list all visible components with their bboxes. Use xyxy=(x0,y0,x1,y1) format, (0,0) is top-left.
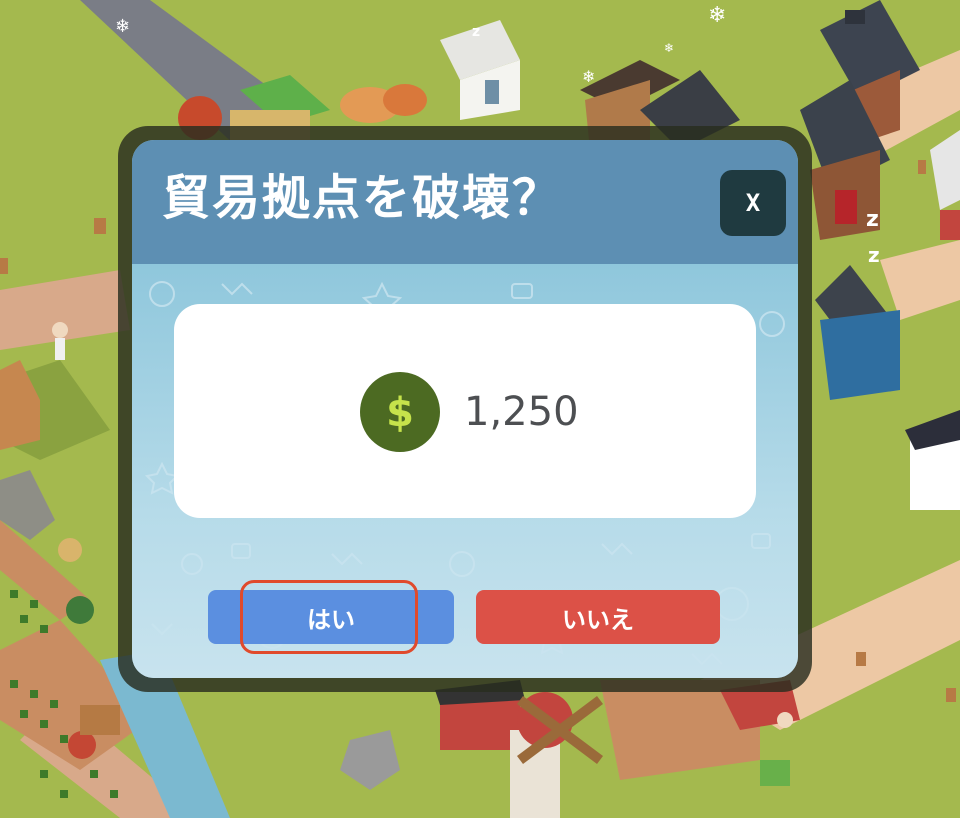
yes-button[interactable]: はい xyxy=(208,590,454,644)
svg-text:$: $ xyxy=(386,390,414,436)
svg-text:❄: ❄ xyxy=(115,16,130,37)
svg-text:z: z xyxy=(472,24,480,40)
dialog-header: 貿易拠点を破壊？ X xyxy=(132,140,798,264)
close-button[interactable]: X xyxy=(720,170,786,236)
price-card: $ 1,250 xyxy=(174,304,756,518)
svg-text:❄: ❄ xyxy=(708,3,726,28)
price-value: 1,250 xyxy=(464,389,579,435)
dollar-coin-icon: $ xyxy=(360,372,440,452)
close-icon[interactable]: X xyxy=(746,189,760,217)
svg-text:❄: ❄ xyxy=(664,41,674,55)
destroy-trading-post-dialog: 貿易拠点を破壊？ X $ 1,250 はい いいえ xyxy=(132,140,798,678)
no-button[interactable]: いいえ xyxy=(476,590,720,644)
svg-text:z: z xyxy=(866,207,879,232)
svg-text:z: z xyxy=(868,243,880,267)
game-scene: ❄ ❄ ❄ ❄ z z z 貿易拠点を破壊？ X $ 1,250 はい いいえ xyxy=(0,0,960,818)
no-button-label[interactable]: いいえ xyxy=(562,600,634,635)
svg-text:❄: ❄ xyxy=(582,67,595,86)
yes-button-label[interactable]: はい xyxy=(307,600,355,635)
dialog-title: 貿易拠点を破壊？ xyxy=(162,170,563,226)
dialog-body: $ 1,250 はい いいえ xyxy=(132,264,798,678)
